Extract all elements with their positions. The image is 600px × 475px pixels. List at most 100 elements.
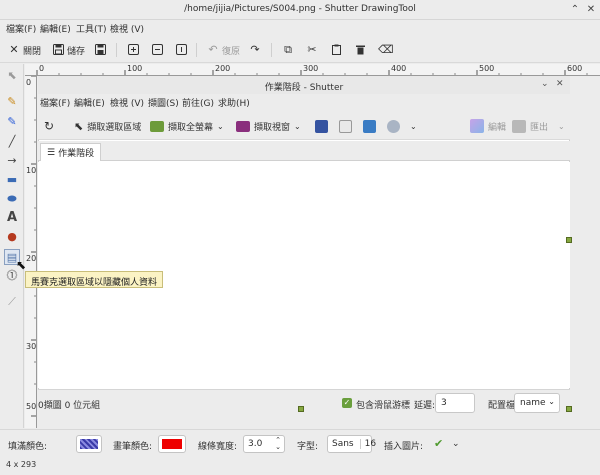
trash-icon bbox=[354, 44, 366, 56]
inner-statusbar: 0擷圖 0 位元組 ✓ 包含滑鼠游標 延遲: 3 配置檔: name ⌄ bbox=[38, 389, 570, 416]
arrow-tool-icon[interactable]: → bbox=[4, 153, 20, 169]
menu-edit[interactable]: 編輯(E) bbox=[40, 22, 71, 35]
font-button[interactable]: Sans 16 bbox=[327, 435, 376, 453]
fill-color-label: 填滿顏色: bbox=[8, 442, 48, 452]
rectangle-tool-icon[interactable]: ▬ bbox=[4, 172, 20, 188]
close-icon: ✕ bbox=[9, 43, 19, 56]
clear-button[interactable]: ⌫ bbox=[378, 41, 394, 59]
window-titlebar: /home/jijia/Pictures/S004.png - Shutter … bbox=[0, 0, 600, 20]
session-tab-label: 作業階段 bbox=[58, 149, 95, 159]
export-label: 匯出 bbox=[530, 122, 549, 133]
close-label: 關閉 bbox=[23, 46, 42, 57]
ruler-label: 300 bbox=[303, 64, 319, 73]
freehand-pencil-icon[interactable]: ✎ bbox=[4, 94, 20, 110]
canvas-resize-handle-corner[interactable] bbox=[566, 406, 572, 412]
scissors-icon: ✂ bbox=[307, 43, 317, 56]
zoom-out-icon bbox=[151, 44, 163, 56]
inner-menu-screenshot: 擷圖(S) bbox=[148, 99, 179, 109]
crop-tool-icon[interactable]: ⟋ bbox=[4, 294, 20, 310]
inner-session-tab: ☰ 作業階段 bbox=[40, 143, 102, 161]
save-button[interactable]: 儲存 bbox=[52, 41, 85, 59]
font-name: Sans bbox=[332, 439, 354, 449]
inner-menu-file: 檔案(F) bbox=[40, 99, 71, 109]
ruler-label: 200 bbox=[26, 254, 37, 263]
canvas-resize-handle-right[interactable] bbox=[566, 237, 572, 243]
toolbar-separator bbox=[196, 43, 197, 57]
edit-icon bbox=[470, 119, 484, 133]
zoom-in-button[interactable] bbox=[127, 41, 139, 59]
inner-window-title: 作業階段 - Shutter bbox=[264, 83, 344, 93]
highlighter-icon[interactable]: ✎ bbox=[4, 114, 20, 130]
inner-capture-window: 擷取視窗 ⌄ bbox=[236, 118, 301, 134]
tool-palette: ⬉ ✎ ✎ ╱ → ▬ ⬬ A ● ▤ ⓵ ⟋ bbox=[0, 64, 24, 428]
censor-tool-icon[interactable]: ● bbox=[4, 229, 20, 245]
menu-capture-icon bbox=[315, 119, 328, 133]
zoom-100-button[interactable] bbox=[175, 41, 187, 59]
text-tool-icon[interactable]: A bbox=[4, 210, 20, 226]
ruler-label: 0 bbox=[26, 78, 32, 87]
checkmark-icon[interactable]: ✔ bbox=[434, 437, 443, 450]
menu-view[interactable]: 檢視 (V) bbox=[110, 22, 144, 35]
canvas-size-readout: 4 x 293 bbox=[6, 460, 37, 469]
dropdown-chevron-icon: ⌄ bbox=[294, 121, 301, 131]
statusbar: 4 x 293 bbox=[0, 457, 600, 475]
maximize-button[interactable]: ⌃ bbox=[568, 3, 582, 17]
save-as-button[interactable] bbox=[94, 41, 106, 59]
canvas-resize-handle-bottom[interactable] bbox=[298, 406, 304, 412]
stroke-color-button[interactable] bbox=[158, 435, 186, 453]
close-window-button[interactable]: ✕ bbox=[584, 3, 598, 17]
profile-select: name ⌄ bbox=[514, 393, 560, 413]
save-as-icon bbox=[94, 44, 106, 56]
include-cursor-label: 包含滑鼠游標 bbox=[356, 401, 411, 411]
delete-button[interactable] bbox=[354, 41, 366, 59]
window-icon bbox=[236, 120, 250, 132]
stroke-color-label: 畫筆顏色: bbox=[113, 442, 153, 452]
dropdown-chevron-icon: ⌄ bbox=[558, 121, 565, 131]
ruler-label: 100 bbox=[127, 64, 143, 73]
cut-button[interactable]: ✂ bbox=[306, 41, 318, 59]
inner-menubar: 檔案(F) 編輯(E) 檢視 (V) 擷圖(S) 前往(G) 求助(H) bbox=[38, 94, 570, 110]
copy-button[interactable]: ⧉ bbox=[282, 41, 294, 59]
zoom-in-icon bbox=[127, 44, 139, 56]
dropdown-chevron-icon[interactable]: ⌄ bbox=[452, 439, 460, 449]
line-width-label: 線條寬度: bbox=[198, 442, 238, 452]
toolbar-separator bbox=[116, 43, 117, 57]
desktop-icon bbox=[150, 120, 164, 132]
ruler-label: 400 bbox=[391, 64, 407, 73]
refresh-icon: ↻ bbox=[44, 119, 55, 133]
close-button[interactable]: ✕ 關閉 bbox=[8, 41, 41, 59]
inner-edit: 編輯 bbox=[470, 118, 506, 134]
inner-capture-fullscreen: 擷取全螢幕 ⌄ bbox=[150, 118, 224, 134]
capture-fullscreen-label: 擷取全螢幕 bbox=[168, 122, 214, 133]
menu-tools[interactable]: 工具(T) bbox=[76, 22, 107, 35]
zoom-original-icon bbox=[175, 44, 187, 56]
font-size: 16 bbox=[359, 439, 376, 449]
ruler-label: 100 bbox=[26, 166, 37, 175]
zoom-out-button[interactable] bbox=[151, 41, 163, 59]
copy-icon: ⧉ bbox=[284, 43, 292, 56]
mouse-cursor-icon: ⬉ bbox=[16, 258, 27, 272]
delay-spinner: 3 bbox=[435, 393, 475, 413]
insert-image-label: 插入圖片: bbox=[384, 442, 424, 452]
ellipse-tool-icon[interactable]: ⬬ bbox=[4, 191, 20, 207]
inner-menu-help: 求助(H) bbox=[218, 99, 250, 109]
undo-button[interactable]: ↶ 復原 bbox=[207, 41, 240, 59]
capture-selection-label: 擷取選取區域 bbox=[87, 122, 142, 133]
delay-value: 3 bbox=[441, 398, 447, 408]
line-width-spinner[interactable]: 3.0 ⌃ ⌄ bbox=[243, 435, 285, 453]
toolbar-separator bbox=[271, 43, 272, 57]
dropdown-chevron-icon: ⌄ bbox=[410, 121, 417, 131]
tooltip-capture-icon bbox=[339, 119, 352, 133]
inner-toolbar: ↻ ⬉ 擷取選取區域 擷取全螢幕 ⌄ 擷取視窗 ⌄ ⌄ 編輯 匯出 ⌄ bbox=[38, 110, 570, 140]
list-icon: ☰ bbox=[47, 147, 56, 158]
fill-color-button[interactable] bbox=[76, 435, 102, 453]
web-capture-icon bbox=[363, 119, 376, 133]
pointer-tool-icon[interactable]: ⬉ bbox=[4, 68, 20, 84]
clipboard-icon bbox=[330, 44, 342, 56]
session-summary: 0擷圖 0 位元組 bbox=[38, 401, 101, 411]
menu-file[interactable]: 檔案(F) bbox=[6, 22, 36, 35]
redo-button[interactable]: ↷ bbox=[249, 41, 261, 59]
ruler-label: 300 bbox=[26, 342, 37, 351]
paste-button[interactable] bbox=[330, 41, 342, 59]
line-tool-icon[interactable]: ╱ bbox=[4, 134, 20, 150]
